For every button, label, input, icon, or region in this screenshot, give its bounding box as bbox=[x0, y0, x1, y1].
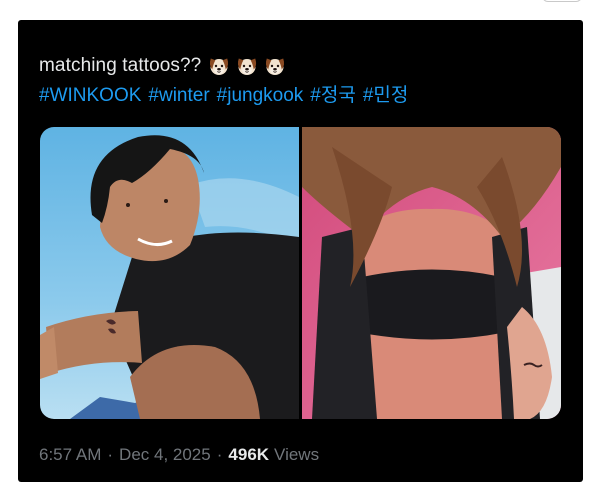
tweet-first-line: matching tattoos?? bbox=[39, 53, 559, 79]
hashtag-link[interactable]: #jungkook bbox=[217, 84, 304, 108]
hashtag-link[interactable]: #정국 bbox=[310, 84, 356, 108]
dog-face-emoji-icon bbox=[266, 58, 285, 75]
media-grid bbox=[40, 127, 561, 419]
tweet-text: matching tattoos?? #WINKOOK #winter #jun… bbox=[39, 53, 559, 108]
dog-face-emoji-icon bbox=[238, 58, 257, 75]
tweet-time[interactable]: 6:57 AM bbox=[39, 444, 101, 466]
media-photo-left[interactable] bbox=[40, 127, 299, 419]
meta-separator: · bbox=[216, 445, 223, 464]
tweet-date[interactable]: Dec 4, 2025 bbox=[119, 444, 211, 466]
media-photo-right[interactable] bbox=[302, 127, 561, 419]
tweet-caption: matching tattoos?? bbox=[39, 55, 202, 76]
screenshot-page: matching tattoos?? #WINKOOK #winter #jun… bbox=[0, 0, 600, 493]
tweet-card: matching tattoos?? #WINKOOK #winter #jun… bbox=[18, 20, 583, 482]
views-count: 496K bbox=[228, 445, 270, 464]
dog-face-emoji-icon bbox=[210, 58, 229, 75]
hashtag-row: #WINKOOK #winter #jungkook #정국 #민정 bbox=[39, 84, 559, 108]
meta-separator: · bbox=[107, 445, 114, 464]
tweet-meta-row: 6:57 AM · Dec 4, 2025 · 496K Views bbox=[39, 444, 319, 466]
woman-back-arm-tattoo-photo bbox=[302, 127, 561, 419]
hashtag-link[interactable]: #민정 bbox=[363, 84, 409, 108]
man-with-arm-tattoo-photo bbox=[40, 127, 299, 419]
emoji-row bbox=[207, 54, 287, 78]
top-corner-button[interactable] bbox=[542, 0, 582, 2]
hashtag-link[interactable]: #WINKOOK bbox=[39, 84, 141, 108]
hashtag-link[interactable]: #winter bbox=[148, 84, 209, 108]
views-label: Views bbox=[274, 445, 320, 464]
